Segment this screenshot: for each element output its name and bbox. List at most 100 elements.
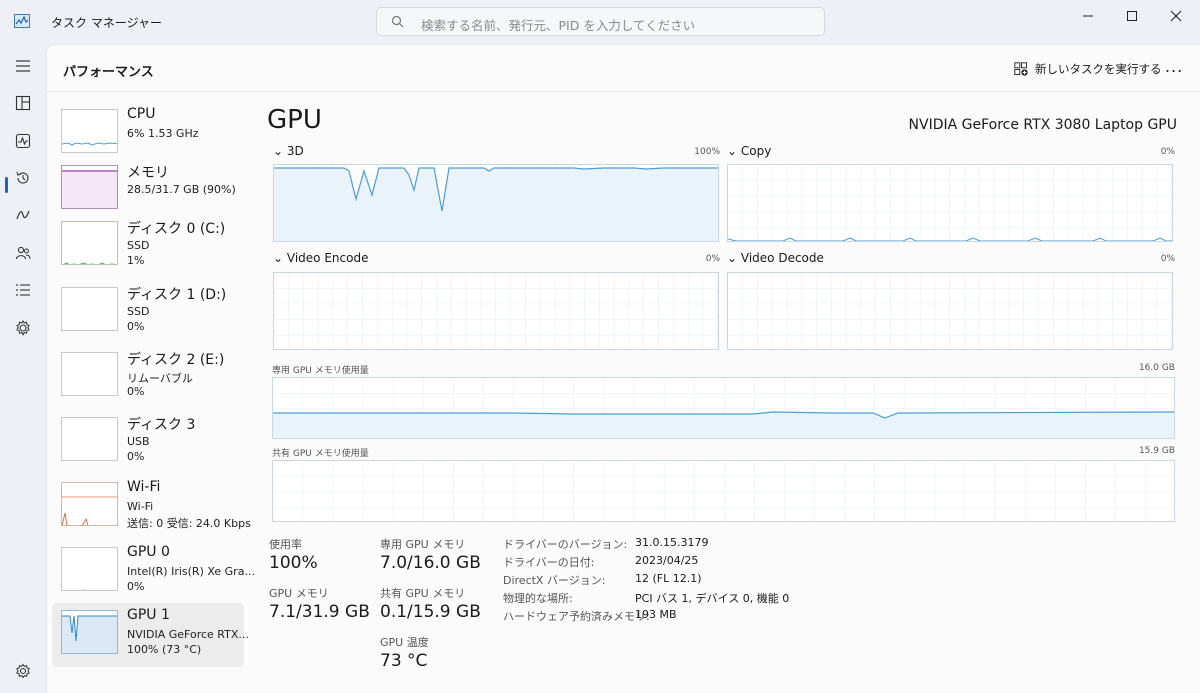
cpu-thumbnail [61, 109, 118, 153]
device-detail: リムーバブル [127, 372, 193, 385]
engine-decode-selector[interactable]: ⌄ Video Decode [727, 251, 824, 265]
graph-shared-memory [272, 460, 1175, 522]
gpu1-thumbnail [61, 610, 118, 654]
nav-performance[interactable] [12, 130, 34, 152]
reserved-memory-label: ハードウェア予約済みメモリ: [503, 610, 650, 623]
startup-icon [16, 210, 30, 220]
device-disk-1[interactable]: ディスク 1 (D:) SSD 0% [52, 280, 244, 344]
minimize-icon [1083, 15, 1093, 17]
page-title: パフォーマンス [63, 65, 154, 80]
header-divider [47, 91, 1200, 92]
dedicated-memory-max: 16.0 GB [1138, 363, 1175, 373]
driver-version-value: 31.0.15.3179 [635, 536, 709, 549]
driver-date-value: 2023/04/25 [635, 554, 699, 567]
engine-copy-selector[interactable]: ⌄ Copy [727, 144, 771, 158]
graph-copy [727, 164, 1173, 242]
device-disk-3[interactable]: ディスク 3 USB 0% [52, 410, 244, 474]
engine-label: Video Decode [740, 251, 824, 265]
nav-users[interactable] [12, 242, 34, 264]
search-box[interactable]: 検索する名前、発行元、PID を入力してください [376, 7, 825, 36]
run-task-icon [1014, 62, 1028, 76]
engine-pct: 0% [705, 254, 720, 264]
gpu-title: GPU [267, 105, 322, 135]
device-detail: Wi-Fi [127, 500, 154, 513]
hamburger-menu-button[interactable] [12, 55, 34, 77]
nav-startup-apps[interactable] [12, 204, 34, 226]
device-usage: 0% [127, 580, 145, 593]
memory-thumbnail [61, 165, 118, 209]
device-disk-0[interactable]: ディスク 0 (C:) SSD 1% [52, 214, 244, 278]
details-icon [16, 284, 30, 296]
engine-pct: 0% [1160, 147, 1175, 157]
active-indicator [5, 177, 8, 193]
device-usage: 1% [127, 254, 145, 267]
device-name: メモリ [127, 165, 169, 181]
engine-label: Copy [740, 144, 772, 158]
directx-version-value: 12 (FL 12.1) [635, 572, 702, 585]
chevron-down-icon: ⌄ [727, 251, 738, 265]
performance-icon [15, 133, 31, 149]
device-usage: 0% [127, 320, 145, 333]
window-title: タスク マネージャー [51, 16, 162, 30]
device-detail: SSD [127, 305, 150, 318]
nav-processes[interactable] [12, 92, 34, 114]
dedicated-memory-stat-value: 7.0/16.0 GB [380, 553, 481, 573]
directx-version-label: DirectX バージョン: [503, 574, 606, 587]
nav-details[interactable] [12, 279, 34, 301]
search-input[interactable]: 検索する名前、発行元、PID を入力してください [421, 15, 695, 34]
nav-app-history[interactable] [12, 167, 34, 189]
device-detail: SSD [127, 239, 150, 252]
device-wifi[interactable]: Wi-Fi Wi-Fi 送信: 0 受信: 24.0 Kbps [52, 475, 251, 539]
run-new-task-button[interactable]: 新しいタスクを実行する [1014, 59, 1162, 79]
users-icon [15, 246, 31, 260]
device-cpu[interactable]: CPU 6% 1.53 GHz [52, 102, 244, 166]
device-name: GPU 0 [127, 544, 170, 560]
device-gpu-1[interactable]: GPU 1 NVIDIA GeForce RTX... 100% (73 °C) [52, 603, 249, 667]
device-detail: 6% 1.53 GHz [127, 127, 199, 140]
device-gpu-0[interactable]: GPU 0 Intel(R) Iris(R) Xe Gra... 0% [52, 540, 255, 604]
engine-pct: 100% [694, 147, 720, 157]
usage-label: 使用率 [269, 538, 302, 551]
device-detail: USB [127, 435, 150, 448]
title-bar: タスク マネージャー 検索する名前、発行元、PID を入力してください [0, 0, 1200, 44]
engine-label: Video Encode [286, 251, 369, 265]
engine-pct: 0% [1160, 254, 1175, 264]
wifi-thumbnail [61, 482, 118, 526]
minimize-button[interactable] [1066, 0, 1110, 32]
device-usage: 100% (73 °C) [127, 643, 202, 656]
nav-services[interactable] [12, 317, 34, 339]
services-icon [16, 320, 30, 336]
device-usage: 0% [127, 385, 145, 398]
device-detail: Intel(R) Iris(R) Xe Gra... [127, 565, 255, 578]
maximize-button[interactable] [1110, 0, 1154, 32]
graph-dedicated-memory [272, 377, 1175, 439]
disk2-thumbnail [61, 352, 118, 396]
gpu-temp-value: 73 °C [380, 651, 428, 671]
shared-memory-stat-label: 共有 GPU メモリ [380, 587, 466, 600]
device-name: ディスク 1 (D:) [127, 287, 227, 303]
run-task-label: 新しいタスクを実行する [1035, 62, 1162, 76]
engine-encode-selector[interactable]: ⌄ Video Encode [273, 251, 368, 265]
device-name: ディスク 2 (E:) [127, 352, 225, 368]
driver-version-label: ドライバーのバージョン: [503, 538, 628, 551]
history-icon [16, 171, 29, 184]
shared-memory-max: 15.9 GB [1138, 446, 1175, 456]
search-icon [391, 15, 404, 28]
device-memory[interactable]: メモリ 28.5/31.7 GB (90%) [52, 158, 244, 222]
gpu-temp-label: GPU 温度 [380, 636, 429, 649]
more-options-button[interactable]: ... [1165, 57, 1183, 76]
reserved-memory-value: 193 MB [635, 608, 677, 621]
device-disk-2[interactable]: ディスク 2 (E:) リムーバブル 0% [52, 345, 244, 409]
close-button[interactable] [1154, 0, 1198, 32]
graph-video-encode [273, 272, 719, 350]
disk0-thumbnail [61, 221, 118, 265]
nav-settings[interactable] [12, 660, 34, 682]
engine-3d-selector[interactable]: ⌄ 3D [273, 144, 304, 158]
gpu-memory-value: 7.1/31.9 GB [269, 602, 370, 622]
graph-3d [273, 164, 719, 242]
dedicated-memory-label: 専用 GPU メモリ使用量 [272, 366, 369, 376]
graph-video-decode [727, 272, 1173, 350]
hamburger-icon [16, 60, 30, 72]
physical-location-value: PCI バス 1, デバイス 0, 機能 0 [635, 592, 790, 605]
gpu-memory-label: GPU メモリ [269, 587, 329, 600]
